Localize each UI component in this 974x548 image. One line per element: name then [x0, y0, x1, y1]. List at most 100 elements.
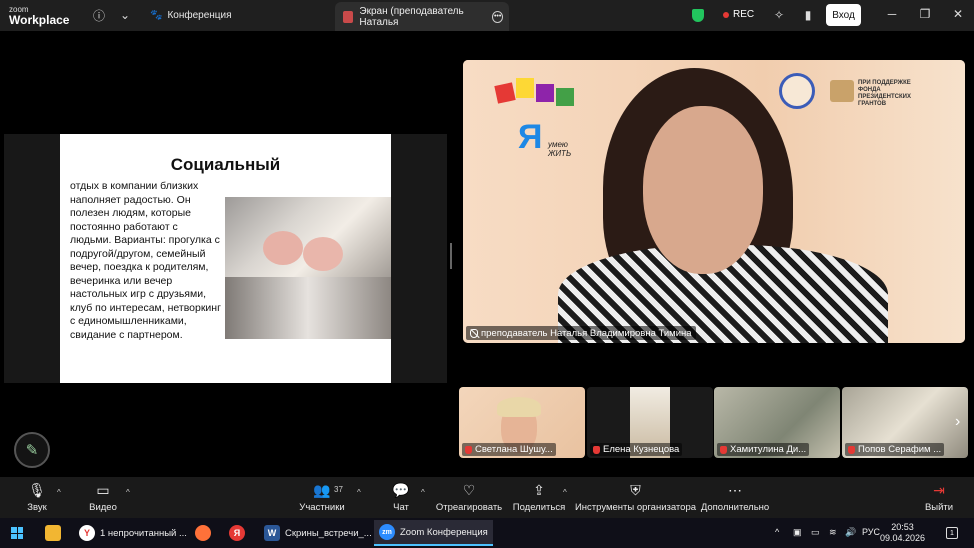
screen-share-tab[interactable]: Экран (преподаватель Наталья •••	[335, 2, 509, 31]
chevron-down-icon[interactable]: ⌄	[117, 7, 133, 23]
leave-button[interactable]: ⇥ Выйти	[925, 477, 953, 518]
yandex-mail-icon: Y	[79, 525, 95, 541]
folder-icon	[45, 525, 61, 541]
more-button[interactable]: ⋯ Дополнительно	[701, 477, 769, 518]
host-tools-button[interactable]: ⛨ Инструменты организатора	[575, 477, 696, 518]
speaker-face	[643, 106, 763, 274]
leave-label: Выйти	[924, 501, 954, 513]
info-icon[interactable]: ⓘ	[91, 7, 107, 23]
chat-options-caret[interactable]: ^	[421, 488, 425, 497]
cat-nose-right	[303, 237, 343, 271]
video-label: Видео	[89, 501, 117, 513]
participant-thumbnail[interactable]: Светлана Шушу...	[459, 387, 585, 458]
participant-name-tag: Хамитулина Ди...	[717, 443, 810, 456]
word-icon: W	[264, 525, 280, 541]
video-camera-icon: ▭	[96, 481, 110, 498]
more-icon[interactable]: •••	[492, 10, 503, 23]
audio-label: Звук	[27, 501, 47, 513]
clock[interactable]: 20:53 09.04.2026	[880, 522, 925, 544]
tray-app-icon[interactable]: ▣	[793, 527, 802, 538]
participant-name-tag: Светлана Шушу...	[462, 443, 556, 456]
pen-icon: ✎	[25, 442, 39, 459]
record-dot-icon	[723, 11, 729, 18]
taskbar-item-label: 1 непрочитанный ...	[100, 527, 187, 539]
react-button[interactable]: ♡ Отреагировать	[436, 477, 502, 518]
login-button[interactable]: Вход	[826, 4, 861, 26]
logo-block-yellow	[516, 78, 534, 98]
participants-options-caret[interactable]: ^	[357, 488, 361, 497]
participant-thumbnail[interactable]: Хамитулина Ди...	[714, 387, 840, 458]
audio-options-caret[interactable]: ^	[57, 488, 61, 497]
participant-hair	[497, 397, 541, 417]
notifications-icon[interactable]: 1	[946, 527, 958, 539]
participant-name-tag: Попов Серафим ...	[845, 443, 945, 456]
panel-splitter[interactable]	[450, 243, 452, 269]
zoom-logo: zoom Workplace	[9, 4, 69, 26]
wifi-icon[interactable]: ≋	[829, 527, 837, 538]
windows-start-icon[interactable]	[11, 527, 23, 539]
mic-muted-icon	[848, 445, 855, 454]
taskbar-item-word[interactable]: W Скрины_встречи_...	[259, 520, 377, 546]
clock-date: 09.04.2026	[880, 533, 926, 543]
zoom-icon: zm	[379, 524, 395, 540]
taskbar-item-zoom[interactable]: zm Zoom Конференция	[374, 520, 493, 546]
meeting-tab[interactable]: 🐾 Конференция	[150, 6, 232, 25]
chat-button[interactable]: 💬 Чат	[389, 477, 413, 518]
cat-fur	[225, 277, 391, 339]
more-dots-icon: ⋯	[728, 481, 742, 498]
participant-name: Елена Кузнецова	[603, 444, 680, 455]
restore-icon[interactable]: ❐	[918, 7, 932, 21]
cat-nose-left	[263, 231, 303, 265]
taskbar-item-yandex-browser[interactable]: Я	[224, 520, 250, 546]
minimize-icon[interactable]: ─	[885, 7, 899, 21]
grant-fund-mark	[830, 80, 854, 102]
presenter-avatar-icon	[343, 10, 354, 23]
video-button[interactable]: ▭ Видео	[86, 477, 120, 518]
participant-thumbnail[interactable]: Попов Серафим ...	[842, 387, 968, 458]
layout-icon[interactable]: ▮	[800, 7, 816, 23]
battery-icon[interactable]: ▭	[811, 527, 820, 538]
chat-label: Чат	[393, 501, 409, 513]
tray-expand-icon[interactable]: ^	[775, 527, 779, 537]
chat-icon: 💬	[392, 481, 410, 498]
mic-muted-icon	[465, 445, 472, 454]
close-icon[interactable]: ✕	[951, 7, 965, 21]
logo-letter: Я	[518, 118, 543, 156]
video-options-caret[interactable]: ^	[126, 488, 130, 497]
meeting-tab-label: Конференция	[167, 10, 232, 21]
language-indicator[interactable]: РУС	[862, 527, 880, 537]
share-options-caret[interactable]: ^	[563, 488, 567, 497]
share-button[interactable]: ⇪ Поделиться	[513, 477, 565, 518]
mic-muted-icon	[720, 445, 727, 454]
next-page-icon[interactable]: ›	[955, 413, 960, 431]
speaker-video[interactable]: Я умею ЖИТЬ ПРИ ПОДДЕРЖКЕ ФОНДА ПРЕЗИДЕН…	[463, 60, 965, 343]
file-explorer-button[interactable]	[40, 520, 66, 546]
security-shield-icon[interactable]	[692, 9, 704, 22]
rec-label: REC	[733, 9, 755, 20]
grant-fund-text: ПРИ ПОДДЕРЖКЕ ФОНДА ПРЕЗИДЕНТСКИХ ГРАНТО…	[858, 80, 911, 107]
taskbar-item-firefox[interactable]	[190, 520, 216, 546]
recording-indicator[interactable]: REC	[723, 9, 754, 20]
leave-icon: ⇥	[933, 481, 945, 498]
volume-icon[interactable]: 🔊	[845, 527, 856, 538]
share-screen-icon: ⇪	[533, 481, 545, 498]
participant-name: Хамитулина Ди...	[730, 444, 807, 455]
sparkle-icon[interactable]: ✧	[771, 7, 787, 23]
presentation-slide: Социальный отдых в компании близких напо…	[60, 134, 391, 383]
windows-taskbar: Y 1 непрочитанный ... Я W Скрины_встречи…	[0, 518, 974, 548]
speaker-name: преподаватель Наталья Владимировна Тимин…	[481, 327, 692, 339]
host-tools-label: Инструменты организатора	[574, 501, 697, 513]
participants-button[interactable]: 👥 Участники	[298, 477, 346, 518]
annotate-pen-button[interactable]: ✎	[14, 432, 50, 468]
grant-fund-logo: ПРИ ПОДДЕРЖКЕ ФОНДА ПРЕЗИДЕНТСКИХ ГРАНТО…	[830, 80, 930, 120]
audio-button[interactable]: 🎙 Звук	[22, 477, 52, 518]
project-logo: Я умею ЖИТЬ	[494, 78, 581, 163]
meeting-controls: 🎙 Звук ^ ▭ Видео ^ 👥 Участники 37 ^ 💬 Ча…	[0, 477, 974, 518]
yandex-browser-icon: Я	[229, 525, 245, 541]
participant-thumbnail[interactable]: Елена Кузнецова	[587, 387, 713, 458]
slide-title: Социальный	[170, 155, 281, 174]
taskbar-item-mail[interactable]: Y 1 непрочитанный ...	[74, 520, 192, 546]
firefox-icon	[195, 525, 211, 541]
participants-count: 37	[334, 485, 343, 494]
participant-name: Светлана Шушу...	[475, 444, 553, 455]
